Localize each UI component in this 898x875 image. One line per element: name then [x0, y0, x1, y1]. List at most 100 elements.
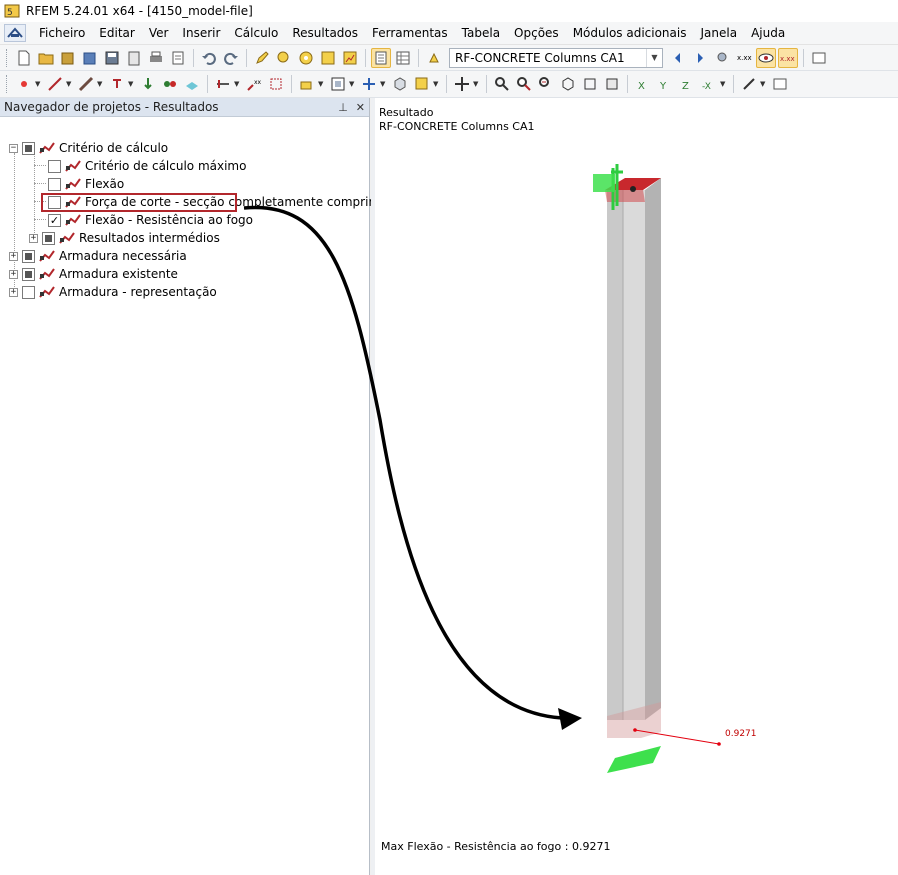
next-case-button[interactable]: [690, 48, 710, 68]
menu-editar[interactable]: Editar: [92, 26, 142, 40]
tree-checkbox[interactable]: [42, 231, 55, 245]
tree-checkbox-checked[interactable]: ✓: [48, 213, 61, 227]
view-minus-x-button[interactable]: -X: [699, 74, 719, 94]
save-button[interactable]: [102, 48, 122, 68]
tree-item-flexao[interactable]: Flexão: [48, 175, 124, 193]
load-button[interactable]: [138, 74, 158, 94]
tree-checkbox[interactable]: [22, 267, 35, 281]
tree-item-resultados-intermedios[interactable]: + Resultados intermédios: [29, 229, 220, 247]
menu-ficheiro[interactable]: Ficheiro: [32, 26, 92, 40]
top-view-button[interactable]: [580, 74, 600, 94]
tree-checkbox[interactable]: [48, 177, 61, 191]
menu-resultados[interactable]: Resultados: [285, 26, 365, 40]
tree-item-armadura-necessaria[interactable]: + Armadura necessária: [9, 247, 187, 265]
menu-calculo[interactable]: Cálculo: [227, 26, 285, 40]
result-values-button[interactable]: [712, 48, 732, 68]
show-results-button[interactable]: [371, 47, 391, 68]
load-group-button[interactable]: [160, 74, 180, 94]
load-case-button[interactable]: [424, 48, 444, 68]
printout-report-button[interactable]: [168, 48, 188, 68]
show-values-button[interactable]: [756, 47, 776, 68]
clipboard-button[interactable]: [124, 48, 144, 68]
menu-inserir[interactable]: Inserir: [175, 26, 227, 40]
open-project-button[interactable]: [58, 48, 78, 68]
redo-button[interactable]: [221, 48, 241, 68]
zoom-window-button[interactable]: [514, 74, 534, 94]
pan-button[interactable]: [452, 74, 472, 94]
dropdown-arrow-icon[interactable]: ▼: [128, 80, 135, 88]
pin-icon[interactable]: ⊥: [338, 101, 348, 114]
view-x-button[interactable]: X: [633, 74, 653, 94]
view-y-button[interactable]: Y: [655, 74, 675, 94]
member-button[interactable]: [76, 74, 96, 94]
tree-item-criterio-de-calculo[interactable]: − Critério de cálculo: [9, 139, 168, 157]
collapse-icon[interactable]: −: [9, 143, 18, 153]
dropdown-arrow-icon[interactable]: ▼: [234, 80, 241, 88]
render-button[interactable]: [412, 74, 432, 94]
tree-checkbox[interactable]: [48, 159, 61, 173]
tree-item-flexao-resistencia-ao-fogo[interactable]: ✓ Flexão - Resistência ao fogo: [48, 211, 253, 229]
dropdown-arrow-icon[interactable]: ▼: [66, 80, 73, 88]
results-button[interactable]: [340, 48, 360, 68]
calculate-all-button[interactable]: [318, 48, 338, 68]
numbering-button[interactable]: x.xx: [734, 48, 754, 68]
guide-button[interactable]: [266, 74, 286, 94]
move-button[interactable]: [359, 74, 379, 94]
dropdown-arrow-icon[interactable]: ▼: [97, 80, 104, 88]
menu-ver[interactable]: Ver: [142, 26, 176, 40]
menu-modulos-adicionais[interactable]: Módulos adicionais: [566, 26, 694, 40]
view-3d-button[interactable]: [390, 74, 410, 94]
select-button[interactable]: [297, 74, 317, 94]
tree-checkbox[interactable]: [22, 249, 35, 263]
open-file-button[interactable]: [36, 48, 56, 68]
view-z-button[interactable]: Z: [677, 74, 697, 94]
close-icon[interactable]: ✕: [356, 101, 365, 114]
calculate-button[interactable]: [296, 48, 316, 68]
model-viewport[interactable]: Resultado RF-CONCRETE Columns CA1 0.9271…: [371, 98, 898, 875]
tree-item-armadura-existente[interactable]: + Armadura existente: [9, 265, 178, 283]
comment-button[interactable]: xx: [244, 74, 264, 94]
document-window-icon[interactable]: [4, 24, 26, 42]
dropdown-arrow-icon[interactable]: ▼: [473, 80, 480, 88]
edit-button[interactable]: [252, 48, 272, 68]
print-button[interactable]: [146, 48, 166, 68]
tree-checkbox[interactable]: [22, 285, 35, 299]
search-button[interactable]: [274, 48, 294, 68]
menu-janela[interactable]: Janela: [693, 26, 744, 40]
dropdown-arrow-icon[interactable]: ▼: [35, 80, 42, 88]
menu-ferramentas[interactable]: Ferramentas: [365, 26, 455, 40]
window-select-button[interactable]: [328, 74, 348, 94]
toolbar-extra-button[interactable]: [809, 48, 829, 68]
load-case-select[interactable]: RF-CONCRETE Columns CA1 ▼: [449, 47, 663, 68]
expand-icon[interactable]: +: [9, 251, 18, 261]
node-button[interactable]: [14, 74, 34, 94]
front-view-button[interactable]: [602, 74, 622, 94]
menu-ajuda[interactable]: Ajuda: [744, 26, 792, 40]
dropdown-arrow-icon[interactable]: ▼: [720, 80, 727, 88]
isometric-view-button[interactable]: [558, 74, 578, 94]
menu-tabela[interactable]: Tabela: [455, 26, 507, 40]
dropdown-arrow-icon[interactable]: ▼: [380, 80, 387, 88]
toolbar-grip[interactable]: [6, 48, 9, 67]
dropdown-arrow-icon[interactable]: ▼: [433, 80, 440, 88]
support-button[interactable]: [107, 74, 127, 94]
display-settings-button[interactable]: [739, 74, 759, 94]
line-button[interactable]: [45, 74, 65, 94]
surface-load-button[interactable]: [182, 74, 202, 94]
tree-item-criterio-de-calculo-maximo[interactable]: Critério de cálculo máximo: [48, 157, 246, 175]
menu-opcoes[interactable]: Opções: [507, 26, 566, 40]
table-button[interactable]: [393, 48, 413, 68]
tree-item-armadura-representacao[interactable]: + Armadura - representação: [9, 283, 217, 301]
new-file-button[interactable]: [14, 48, 34, 68]
show-numbers-button[interactable]: x.xx: [778, 47, 798, 68]
dropdown-arrow-icon[interactable]: ▼: [760, 80, 767, 88]
toolbar-grip[interactable]: [6, 75, 9, 93]
dropdown-arrow-icon[interactable]: ▼: [318, 80, 325, 88]
toolbar-extra-button-2[interactable]: [770, 74, 790, 94]
zoom-out-button[interactable]: [536, 74, 556, 94]
model-button[interactable]: [80, 48, 100, 68]
chevron-down-icon[interactable]: ▼: [646, 48, 662, 67]
dropdown-arrow-icon[interactable]: ▼: [349, 80, 356, 88]
expand-icon[interactable]: +: [9, 287, 18, 297]
zoom-all-button[interactable]: [492, 74, 512, 94]
